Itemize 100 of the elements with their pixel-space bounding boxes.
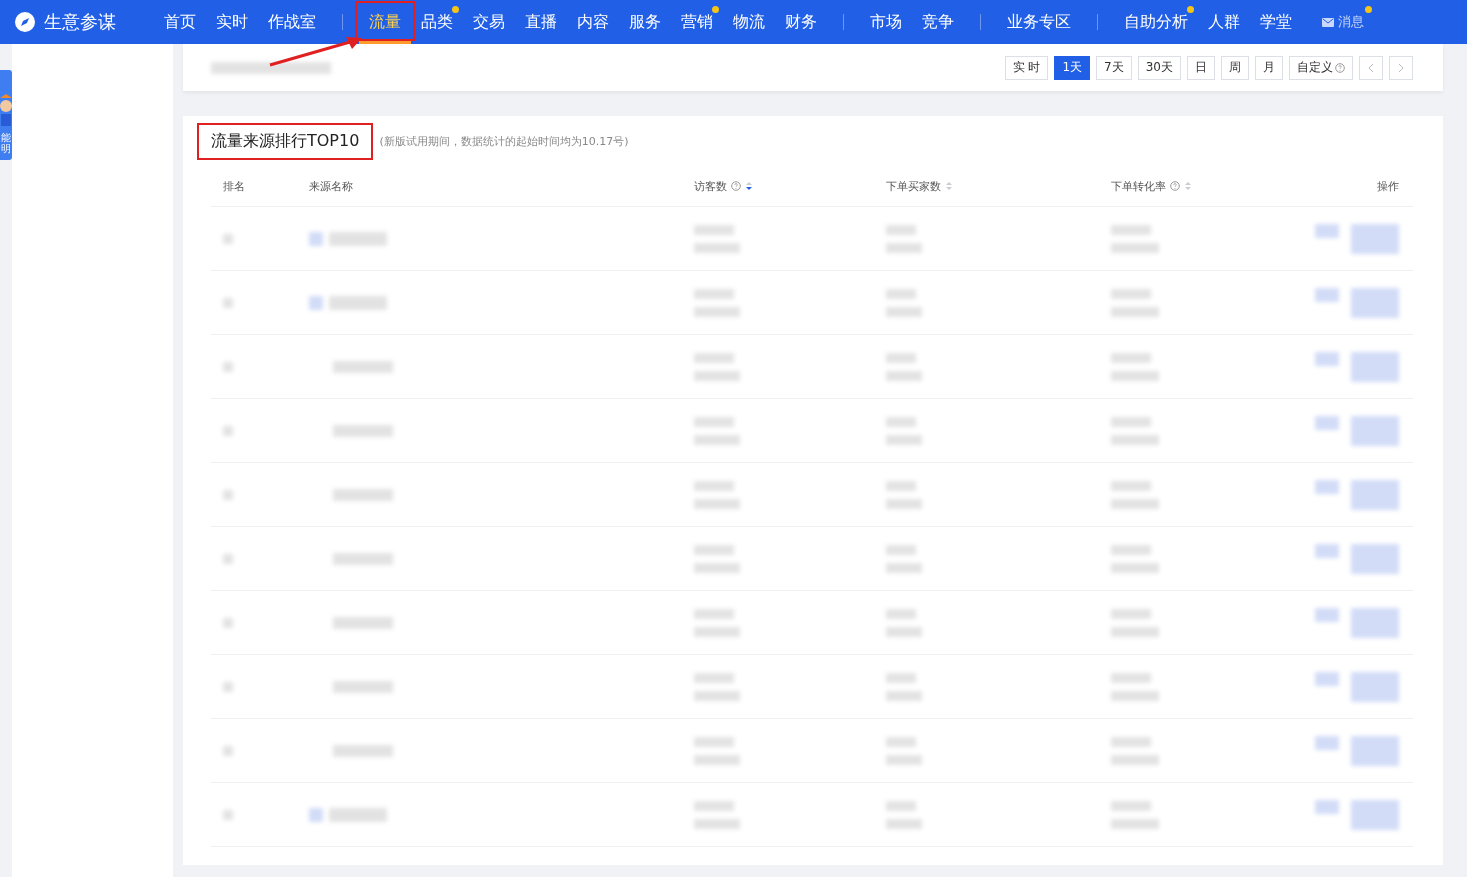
blurred-text <box>886 800 916 811</box>
blurred-link[interactable] <box>1315 543 1339 558</box>
blurred-text <box>223 809 233 820</box>
blurred-text <box>1111 224 1151 235</box>
blurred-text <box>1111 288 1151 299</box>
nav-tab[interactable]: 内容 <box>567 0 619 44</box>
nav-tab[interactable]: 自助分析 <box>1114 0 1198 44</box>
nav-tab[interactable]: 实时 <box>206 0 258 44</box>
column-header[interactable]: 下单买家数 <box>886 178 1111 194</box>
column-header[interactable]: 来源名称 <box>309 178 694 194</box>
blurred-link[interactable] <box>1315 607 1339 622</box>
blurred-text <box>333 360 393 373</box>
blurred-text <box>1111 818 1159 829</box>
nav-tab[interactable]: 直播 <box>515 0 567 44</box>
custom-period-button[interactable]: 自定义 <box>1289 55 1353 80</box>
blurred-link[interactable] <box>1315 799 1339 814</box>
sort-icon <box>945 181 953 191</box>
blurred-text <box>886 754 922 765</box>
blurred-text <box>886 562 922 573</box>
period-button[interactable]: 实 时 <box>1004 55 1049 80</box>
blurred-link[interactable] <box>1315 415 1339 430</box>
blurred-text <box>886 224 916 235</box>
blurred-text <box>886 416 916 427</box>
blurred-link[interactable] <box>1315 351 1339 366</box>
notification-dot <box>1187 6 1194 13</box>
column-header[interactable]: 访客数 <box>694 178 886 194</box>
blurred-text <box>329 295 387 310</box>
period-button[interactable]: 月 <box>1255 55 1283 80</box>
nav-tab[interactable]: 流量 <box>359 0 411 44</box>
blurred-text <box>1111 480 1151 491</box>
blurred-link[interactable] <box>1351 671 1399 702</box>
blurred-link[interactable] <box>1351 287 1399 318</box>
nav-tab[interactable]: 学堂 <box>1250 0 1302 44</box>
blurred-link[interactable] <box>1315 671 1339 686</box>
blurred-text <box>1111 498 1159 509</box>
nav-tab[interactable]: 营销 <box>671 0 723 44</box>
nav-tab[interactable]: 市场 <box>860 0 912 44</box>
blurred-text <box>694 306 740 317</box>
nav-tab[interactable]: 首页 <box>154 0 206 44</box>
period-button[interactable]: 7天 <box>1096 55 1132 80</box>
blurred-text <box>886 480 916 491</box>
blurred-text <box>223 361 233 372</box>
blurred-text <box>886 498 922 509</box>
blurred-link[interactable] <box>1315 479 1339 494</box>
blurred-link[interactable] <box>1351 799 1399 830</box>
blurred-link[interactable] <box>1351 223 1399 254</box>
blurred-text <box>223 617 233 628</box>
help-icon[interactable] <box>1170 181 1180 191</box>
help-icon[interactable] <box>1335 62 1345 73</box>
blurred-link[interactable] <box>1351 735 1399 766</box>
blurred-link[interactable] <box>1351 543 1399 574</box>
blurred-text <box>223 425 233 436</box>
nav-tab[interactable]: 作战室 <box>258 0 326 44</box>
column-header[interactable]: 排名 <box>223 178 309 194</box>
nav-tab[interactable]: 服务 <box>619 0 671 44</box>
blurred-text <box>886 544 916 555</box>
blurred-link[interactable] <box>1315 287 1339 302</box>
nav-tab[interactable]: 财务 <box>775 0 827 44</box>
previous-button[interactable] <box>1359 55 1383 80</box>
nav-tab[interactable]: 业务专区 <box>997 0 1081 44</box>
brand-name: 生意参谋 <box>44 10 116 34</box>
column-header[interactable]: 操作 <box>1309 178 1399 194</box>
blurred-link[interactable] <box>1315 735 1339 750</box>
blurred-text <box>694 480 734 491</box>
blurred-text <box>1111 800 1151 811</box>
period-button[interactable]: 周 <box>1221 55 1249 80</box>
nav-tab[interactable]: 品类 <box>411 0 463 44</box>
annotation-box <box>355 1 415 41</box>
blurred-link[interactable] <box>1315 223 1339 238</box>
blurred-link[interactable] <box>1351 607 1399 638</box>
nav-tab[interactable]: 人群 <box>1198 0 1250 44</box>
blurred-text <box>1111 736 1151 747</box>
blurred-text <box>886 672 916 683</box>
messages-link[interactable]: 消息 <box>1310 0 1376 44</box>
sort-icon <box>745 181 753 191</box>
blurred-text <box>886 626 922 637</box>
nav-tab[interactable]: 交易 <box>463 0 515 44</box>
blurred-text <box>694 370 740 381</box>
blurred-text <box>329 807 387 822</box>
assistant-tab[interactable]: 能 明 <box>0 70 12 160</box>
blurred-text <box>1111 434 1159 445</box>
nav-tab[interactable]: 竞争 <box>912 0 964 44</box>
blurred-text <box>694 416 734 427</box>
blurred-link[interactable] <box>1351 479 1399 510</box>
blurred-link[interactable] <box>1351 351 1399 382</box>
blurred-text <box>1111 626 1159 637</box>
blurred-text <box>886 370 922 381</box>
chevron-right-icon <box>1397 62 1405 73</box>
column-header[interactable]: 下单转化率 <box>1111 178 1309 194</box>
help-icon[interactable] <box>731 181 741 191</box>
blurred-text <box>329 231 387 246</box>
period-button[interactable]: 30天 <box>1137 55 1181 80</box>
period-button[interactable]: 日 <box>1187 55 1215 80</box>
blurred-text <box>886 690 922 701</box>
nav-tab[interactable]: 物流 <box>723 0 775 44</box>
blurred-text <box>886 818 922 829</box>
period-button[interactable]: 1天 <box>1054 55 1091 80</box>
next-button[interactable] <box>1389 55 1413 80</box>
blurred-text <box>694 224 734 235</box>
blurred-link[interactable] <box>1351 415 1399 446</box>
